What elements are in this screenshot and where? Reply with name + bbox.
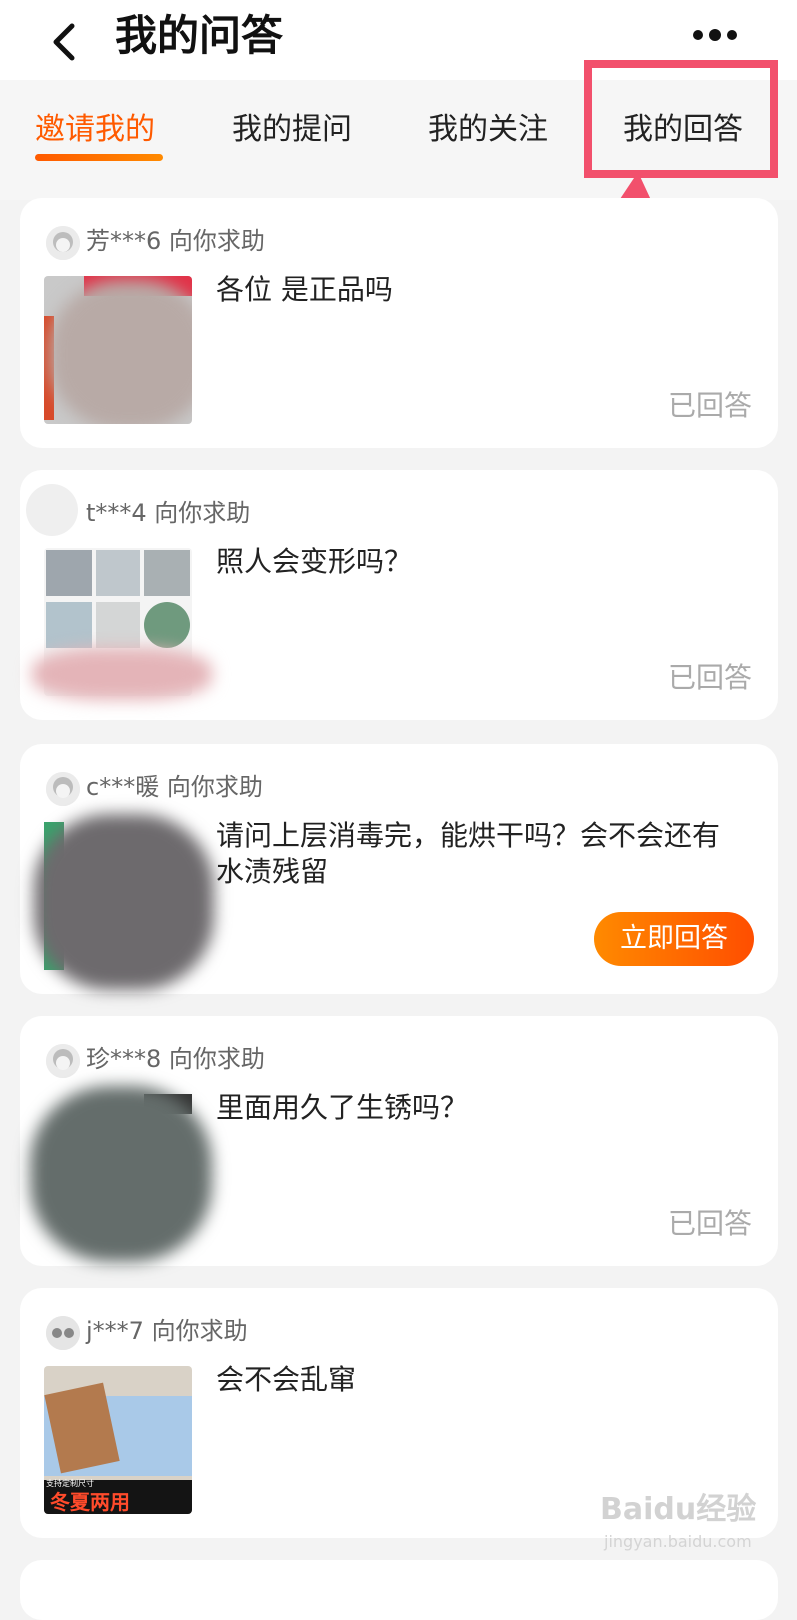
question-text: 里面用久了生锈吗？ — [216, 1091, 469, 1124]
answered-status: 已回答 — [667, 1207, 752, 1240]
answer-now-button[interactable]: 立即回答 — [594, 912, 754, 966]
back-icon[interactable] — [44, 12, 88, 62]
watermark: Baidu经验 jingyan.baidu.com — [600, 1476, 780, 1566]
answered-status: 已回答 — [667, 661, 752, 694]
avatar — [46, 1316, 80, 1350]
question-card[interactable] — [20, 1560, 778, 1620]
thumb-caption: 冬夏两用 — [50, 1492, 130, 1514]
question-text: 各位 是正品吗 — [216, 273, 393, 306]
product-thumbnail[interactable] — [34, 814, 214, 990]
question-card[interactable]: c***暖 向你求助 请问上层消毒完，能烘干吗？会不会还有水渍残留 立即回答 — [20, 744, 778, 994]
active-tab-indicator — [35, 154, 163, 161]
answered-status: 已回答 — [667, 389, 752, 422]
tab-my-answers[interactable]: 我的回答 — [623, 104, 743, 164]
requester-label: 芳***6 向你求助 — [86, 227, 265, 255]
product-thumbnail[interactable] — [30, 1086, 212, 1262]
question-card[interactable]: 芳***6 向你求助 各位 是正品吗 已回答 — [20, 198, 778, 448]
avatar — [46, 1044, 80, 1078]
question-card[interactable]: t***4 向你求助 照人会变形吗？ 已回答 — [20, 470, 778, 720]
more-icon[interactable] — [690, 18, 740, 52]
question-text: 会不会乱窜 — [216, 1363, 357, 1396]
requester-label: j***7 向你求助 — [86, 1317, 248, 1345]
tab-my-questions[interactable]: 我的提问 — [232, 104, 352, 164]
avatar — [46, 226, 80, 260]
avatar — [46, 772, 80, 806]
blurred-overlay — [32, 648, 212, 700]
header: 我的问答 — [0, 0, 797, 80]
requester-label: 珍***8 向你求助 — [86, 1045, 265, 1073]
question-card[interactable]: 珍***8 向你求助 里面用久了生锈吗？ 已回答 — [20, 1016, 778, 1266]
product-thumbnail[interactable]: 支持定制尺寸 冬夏两用 — [44, 1366, 192, 1514]
requester-label: t***4 向你求助 — [86, 499, 251, 527]
tab-my-follows[interactable]: 我的关注 — [428, 104, 548, 164]
tab-bar: 邀请我的 我的提问 我的关注 我的回答 — [0, 80, 797, 200]
requester-label: c***暖 向你求助 — [86, 773, 263, 801]
question-text: 照人会变形吗？ — [216, 545, 413, 578]
product-thumbnail[interactable] — [44, 276, 192, 424]
watermark-text: Baidu经验 — [600, 1492, 757, 1527]
watermark-url: jingyan.baidu.com — [604, 1532, 752, 1551]
avatar — [26, 484, 78, 536]
question-text: 请问上层消毒完，能烘干吗？会不会还有水渍残留 — [216, 819, 721, 888]
page-title: 我的问答 — [115, 11, 284, 60]
